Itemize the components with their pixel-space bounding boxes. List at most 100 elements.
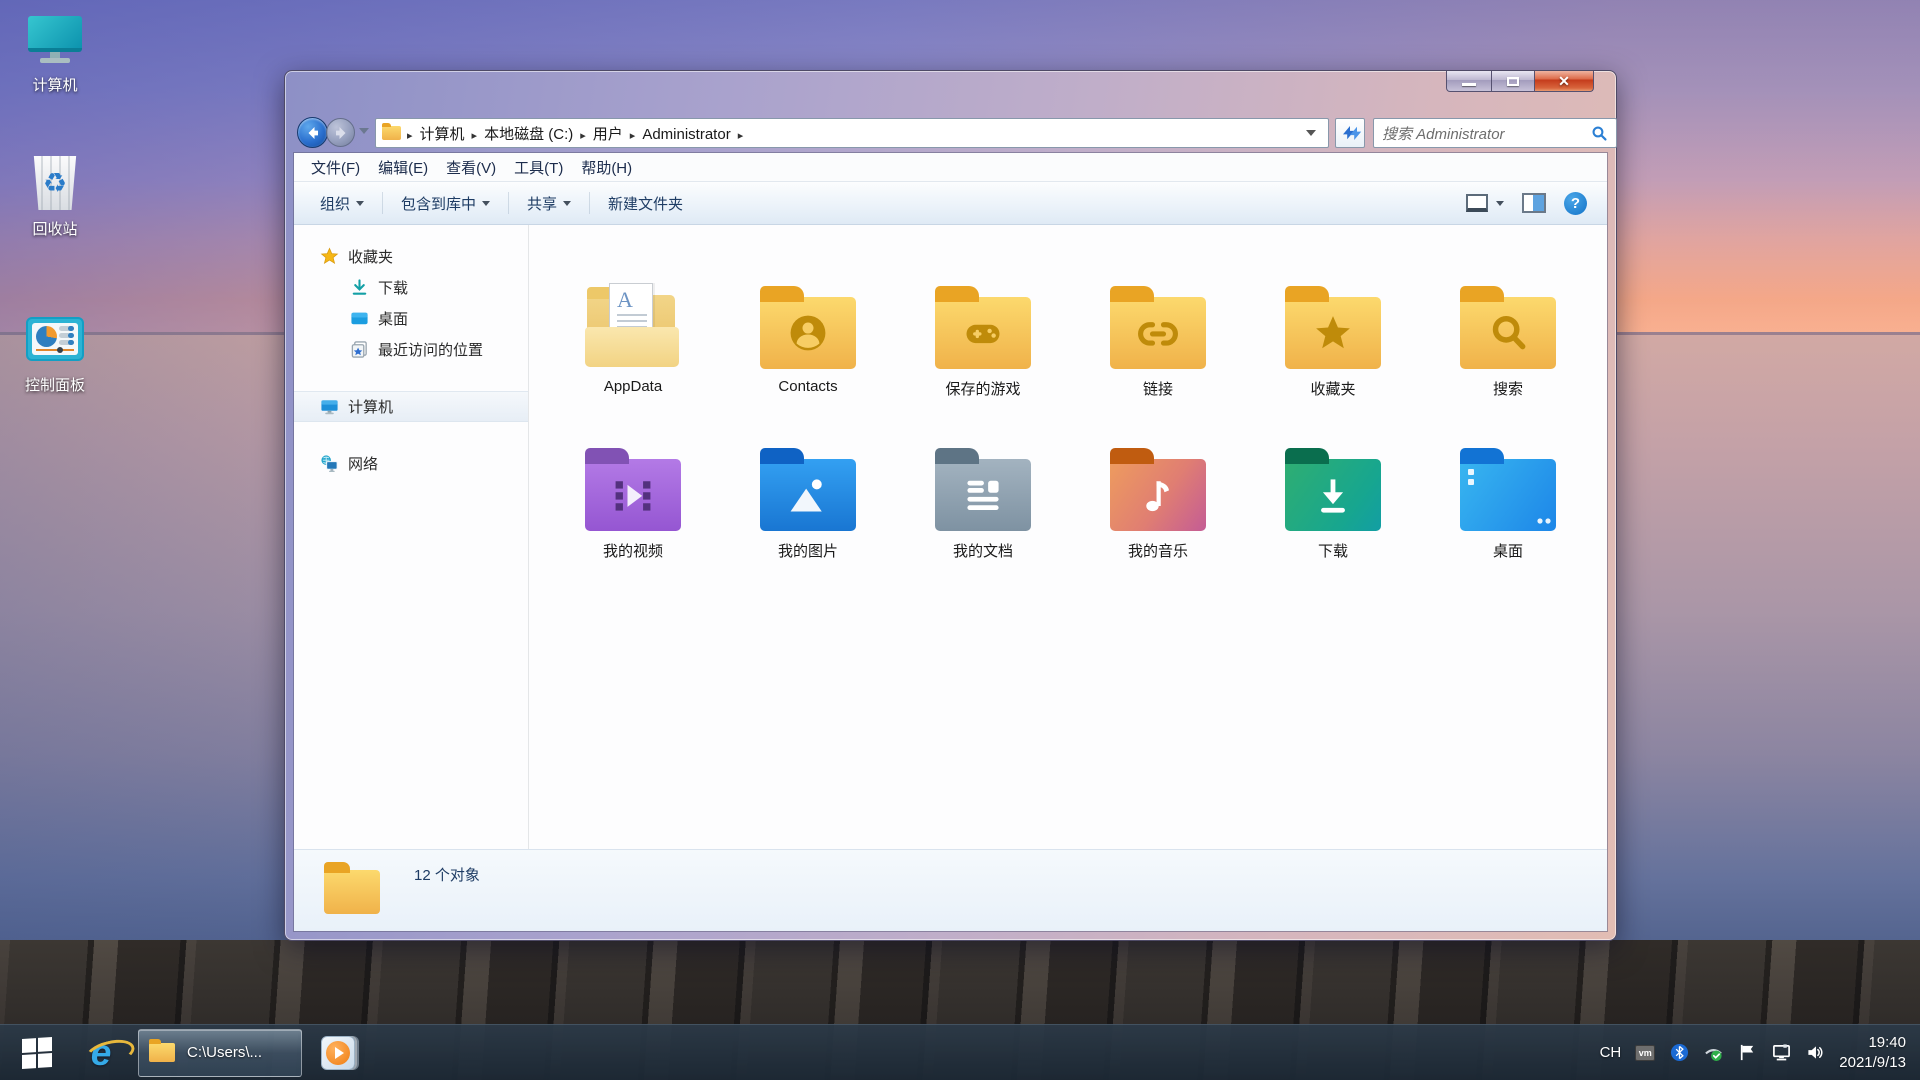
tray-network-ok-icon[interactable]	[1703, 1043, 1723, 1063]
file-item[interactable]: 我的音乐	[1078, 445, 1238, 561]
file-item[interactable]: 搜索	[1428, 283, 1588, 399]
file-item[interactable]: 保存的游戏	[903, 283, 1063, 399]
back-button[interactable]	[297, 117, 328, 148]
file-item[interactable]: 链接	[1078, 283, 1238, 399]
sidebar-item-label: 桌面	[378, 308, 408, 329]
toolbar-label: 新建文件夹	[608, 193, 683, 214]
toolbar-share-button[interactable]: 共享	[513, 188, 585, 218]
breadcrumb-item[interactable]: Administrator	[637, 126, 735, 143]
tray-display-icon[interactable]	[1771, 1043, 1791, 1063]
tray-action-flag-icon[interactable]	[1737, 1043, 1757, 1063]
file-item-label: Contacts	[778, 378, 837, 395]
address-bar[interactable]: ▸计算机▸本地磁盘 (C:)▸用户▸Administrator▸	[375, 118, 1329, 148]
recent-pages-chevron-icon[interactable]	[359, 128, 369, 134]
file-item-label: 搜索	[1493, 378, 1523, 399]
file-item[interactable]: A AppData	[553, 283, 713, 399]
documents-folder-icon	[935, 459, 1031, 531]
file-item-label: AppData	[604, 378, 662, 395]
menu-item[interactable]: 文件(F)	[302, 157, 369, 178]
file-item[interactable]: 我的文档	[903, 445, 1063, 561]
caption-buttons: ✕	[1447, 71, 1594, 92]
input-language-indicator[interactable]: CH	[1600, 1044, 1622, 1061]
file-item[interactable]: 桌面	[1428, 445, 1588, 561]
network-icon	[320, 454, 339, 473]
sidebar-item-download[interactable]: 下载	[294, 272, 528, 303]
command-toolbar: 组织 包含到库中 共享 新建文件夹 ?	[294, 181, 1607, 225]
maximize-icon	[1507, 77, 1519, 86]
search-icon[interactable]	[1591, 125, 1608, 142]
forward-button[interactable]	[326, 118, 355, 147]
file-item[interactable]: Contacts	[728, 283, 888, 399]
explorer-window: ✕ ▸计算机▸本地磁盘 (C:)▸用户▸Administrator▸ 搜索 Ad…	[284, 70, 1617, 941]
menu-item[interactable]: 编辑(E)	[369, 157, 437, 178]
change-view-button[interactable]	[1466, 194, 1504, 212]
toolbar-separator	[382, 192, 383, 214]
menu-item[interactable]: 帮助(H)	[572, 157, 641, 178]
preview-pane-button[interactable]	[1522, 193, 1546, 213]
media-player-icon	[321, 1036, 355, 1070]
desktop-icon-control-panel[interactable]: 控制面板	[2, 308, 108, 395]
refresh-icon	[1336, 119, 1364, 147]
sidebar-item-computer[interactable]: 计算机	[294, 391, 528, 422]
file-item-label: 保存的游戏	[945, 378, 1020, 399]
file-item-label: 桌面	[1493, 540, 1523, 561]
desktop-icon-recycle-bin[interactable]: ♻回收站	[2, 152, 108, 239]
address-folder-icon	[382, 126, 401, 140]
file-item[interactable]: 下载	[1253, 445, 1413, 561]
clock-time: 19:40	[1839, 1033, 1906, 1053]
maximize-button[interactable]	[1491, 71, 1535, 92]
file-item-label: 我的音乐	[1128, 540, 1188, 561]
views-caret-icon	[1496, 201, 1504, 206]
sidebar-item-recent-places[interactable]: 最近访问的位置	[294, 334, 528, 365]
file-list-area[interactable]: A AppData Contacts 保存的游戏 链接收藏夹搜索我的视频我的图片我的文…	[529, 225, 1607, 849]
file-item-label: 我的文档	[953, 540, 1013, 561]
windows-logo-icon	[22, 1036, 52, 1068]
toolbar-separator	[589, 192, 590, 214]
file-item-label: 下载	[1318, 540, 1348, 561]
window-client-area: 文件(F)编辑(E)查看(V)工具(T)帮助(H) 组织 包含到库中 共享 新建文件夹…	[294, 153, 1607, 931]
sidebar-item-favorites-star[interactable]: 收藏夹	[294, 241, 528, 272]
desktop-icon-computer[interactable]: 计算机	[2, 8, 108, 95]
help-button[interactable]: ?	[1564, 192, 1587, 215]
search-input[interactable]: 搜索 Administrator	[1373, 118, 1617, 148]
breadcrumb-item[interactable]: 计算机	[415, 126, 470, 143]
views-icon	[1466, 194, 1488, 212]
sidebar-item-label: 收藏夹	[348, 246, 393, 267]
toolbar-new-folder-button[interactable]: 新建文件夹	[594, 188, 697, 218]
sidebar-item-desktop[interactable]: 桌面	[294, 303, 528, 334]
file-item[interactable]: 收藏夹	[1253, 283, 1413, 399]
file-item[interactable]: 我的图片	[728, 445, 888, 561]
sidebar-item-label: 网络	[348, 453, 378, 474]
minimize-button[interactable]	[1446, 71, 1492, 92]
menu-item[interactable]: 查看(V)	[437, 157, 505, 178]
refresh-button[interactable]	[1335, 118, 1365, 148]
address-dropdown-icon[interactable]	[1306, 130, 1316, 136]
start-button[interactable]	[0, 1025, 74, 1080]
menu-item[interactable]: 工具(T)	[505, 157, 572, 178]
toolbar-organize-button[interactable]: 组织	[306, 188, 378, 218]
breadcrumb-separator-icon: ▸	[470, 130, 480, 142]
tray-bluetooth-icon[interactable]	[1669, 1043, 1689, 1063]
favorites-folder-icon	[1285, 297, 1381, 369]
taskbar-clock[interactable]: 19:40 2021/9/13	[1839, 1033, 1906, 1072]
breadcrumb-item[interactable]: 本地磁盘 (C:)	[479, 126, 578, 143]
close-button[interactable]: ✕	[1534, 71, 1594, 92]
back-arrow-icon	[305, 125, 321, 141]
computer-icon	[320, 397, 339, 416]
internet-explorer-button[interactable]: e	[74, 1025, 128, 1080]
tray-volume-icon[interactable]	[1805, 1043, 1825, 1063]
tray-vmware-icon[interactable]: vm	[1635, 1043, 1655, 1063]
toolbar-include-in-library-button[interactable]: 包含到库中	[387, 188, 504, 218]
games-folder-icon	[935, 297, 1031, 369]
clock-date: 2021/9/13	[1839, 1053, 1906, 1073]
toolbar-label: 共享	[527, 193, 557, 214]
sidebar-item-network[interactable]: 网络	[294, 448, 528, 479]
task-label: C:\Users\...	[187, 1044, 262, 1061]
media-player-button[interactable]	[316, 1025, 360, 1080]
explorer-task-button[interactable]: C:\Users\...	[138, 1029, 302, 1077]
details-folder-icon	[324, 870, 380, 914]
toolbar-label: 包含到库中	[401, 193, 476, 214]
file-item[interactable]: 我的视频	[553, 445, 713, 561]
breadcrumb-item[interactable]: 用户	[588, 126, 628, 143]
sidebar-item-label: 最近访问的位置	[378, 339, 483, 360]
